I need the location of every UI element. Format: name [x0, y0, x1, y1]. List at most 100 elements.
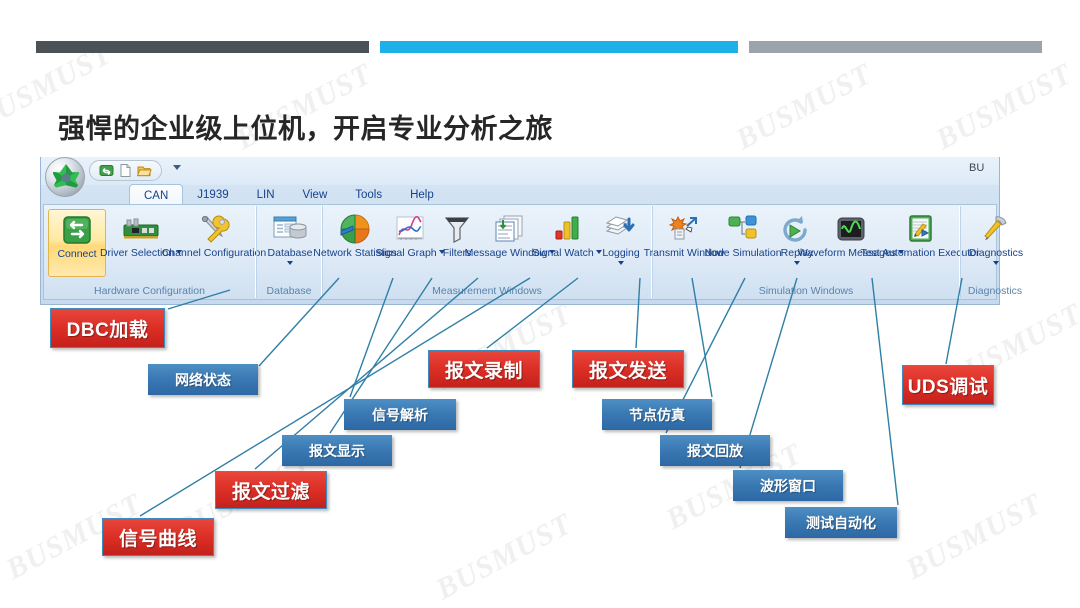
node-tree-icon	[727, 212, 759, 246]
line-signal-curve	[139, 277, 531, 517]
ribbon-group-label: Measurement Windows	[432, 285, 542, 297]
waveform-icon	[835, 212, 867, 246]
ribbon-button-node-simulation[interactable]: Node Simulation	[704, 209, 782, 277]
funnel-icon	[443, 212, 471, 246]
bar-levels-icon	[552, 212, 582, 246]
tab-lin[interactable]: LIN	[243, 184, 289, 205]
tab-help[interactable]: Help	[396, 184, 448, 205]
watermark-text: BUSMUST	[430, 507, 578, 607]
callout-network-status: 网络状态	[148, 364, 258, 395]
callout-label: 信号曲线	[118, 528, 197, 550]
ribbon-button-label: Channel Configuration	[161, 247, 267, 259]
open-folder-icon[interactable]	[136, 163, 152, 178]
hammer-icon	[981, 212, 1011, 246]
ribbon-group-label: Diagnostics	[967, 285, 1023, 297]
accent-bar-dark	[36, 41, 369, 53]
ribbon-button-signal-graph[interactable]: Signal Graph	[375, 209, 445, 277]
tab-tools[interactable]: Tools	[341, 184, 396, 205]
callout-message-display: 报文显示	[282, 435, 392, 466]
callout-label: 测试自动化	[806, 514, 876, 531]
callout-label: 节点仿真	[629, 406, 685, 423]
callout-waveform-window: 波形窗口	[733, 470, 843, 501]
chevron-down-icon[interactable]	[287, 260, 293, 265]
callout-label: 报文发送	[588, 360, 667, 382]
line-test-automation	[871, 277, 899, 506]
ribbon-group-diagnostics: Diagnostics Diagnostics	[960, 206, 1030, 298]
callout-dbc-load: DBC加载	[50, 308, 165, 348]
ribbon-button-filters[interactable]: Filters	[435, 209, 479, 277]
ribbon-group-measurement-windows: Network Statistics Signal Graph Filters …	[313, 206, 652, 298]
connect-arrow-icon	[62, 213, 92, 247]
callout-label: DBC加载	[66, 319, 149, 341]
ribbon-button-test-automation-executor[interactable]: Test Automation Executor	[860, 209, 980, 277]
ribbon-group-label: Database	[266, 285, 312, 297]
ribbon-button-network-statistics[interactable]: Network Statistics	[313, 209, 397, 277]
callout-label: 波形窗口	[760, 477, 816, 494]
slide-canvas: BUSMUST BUSMUST BUSMUST BUSMUST BUSMUST BUSMU…	[0, 0, 1080, 608]
ribbon-button-label: Connect	[57, 248, 97, 260]
signal-graph-label-text: Signal Graph	[375, 247, 437, 259]
transmit-burst-icon	[668, 212, 700, 246]
callout-message-filter: 报文过滤	[215, 471, 327, 509]
ribbon-button-driver-selection[interactable]: Driver Selection	[100, 209, 183, 277]
new-document-icon[interactable]	[118, 163, 133, 178]
title-accent-bars	[36, 41, 1042, 53]
callout-signal-curve: 信号曲线	[102, 518, 214, 556]
ribbon: Connect Driver Selection Channel Configu…	[43, 204, 1030, 300]
window-title-bar	[41, 157, 999, 185]
ribbon-button-label: Logging	[602, 247, 640, 259]
callout-label: 信号解析	[372, 406, 428, 423]
accent-bar-cyan	[380, 41, 738, 53]
ribbon-button-logging[interactable]: Logging	[593, 209, 649, 277]
tab-view[interactable]: View	[289, 184, 342, 205]
ribbon-button-connect[interactable]: Connect	[48, 209, 106, 277]
database-icon	[273, 212, 307, 246]
callout-label: 网络状态	[175, 371, 231, 388]
tools-wrench-icon	[197, 212, 231, 246]
ribbon-button-channel-configuration[interactable]: Channel Configuration	[162, 209, 266, 277]
quick-access-customize-caret-icon[interactable]	[173, 165, 181, 170]
application-window: BU CAN J1939 LIN View Tools Help Connect…	[40, 157, 1030, 305]
ribbon-button-database[interactable]: Database	[258, 209, 322, 277]
watermark-text: BUSMUST	[730, 57, 878, 157]
message-list-icon	[494, 212, 526, 246]
refresh-green-icon[interactable]	[99, 163, 114, 178]
tab-can[interactable]: CAN	[129, 184, 184, 205]
chevron-down-icon[interactable]	[993, 260, 999, 265]
logging-download-icon	[604, 212, 638, 246]
watermark-text: BUSMUST	[900, 487, 1048, 587]
ribbon-button-replay[interactable]: Replay	[774, 209, 820, 277]
callout-test-automation: 测试自动化	[785, 507, 897, 538]
line-graph-icon	[394, 212, 426, 246]
callout-signal-parse: 信号解析	[344, 399, 456, 430]
ribbon-button-diagnostics[interactable]: Diagnostics	[962, 209, 1030, 277]
ribbon-group-label: Simulation Windows	[758, 285, 854, 297]
ribbon-button-waveform-messages[interactable]: Waveform Messages	[798, 209, 905, 277]
window-title-text: BU	[969, 162, 985, 174]
ribbon-button-signal-watch[interactable]: Signal Watch	[532, 209, 602, 277]
callout-label: 报文录制	[444, 360, 523, 382]
callout-label: 报文回放	[687, 442, 743, 459]
signal-watch-label-text: Signal Watch	[532, 247, 594, 259]
ribbon-button-transmit-window[interactable]: Transmit Window	[644, 209, 724, 277]
ribbon-button-message-window[interactable]: Message Window	[465, 209, 556, 277]
ribbon-button-label: Database	[267, 247, 313, 259]
ribbon-group-simulation-windows: Transmit Window Node Simulation Replay W…	[644, 206, 980, 298]
driver-card-icon	[122, 212, 160, 246]
watermark-text: BUSMUST	[930, 57, 1078, 157]
callout-message-send: 报文发送	[572, 350, 684, 388]
ribbon-tabs: CAN J1939 LIN View Tools Help	[129, 184, 448, 205]
ribbon-group-database: Database Database	[256, 206, 322, 298]
callout-label: 报文显示	[309, 442, 365, 459]
callout-node-sim: 节点仿真	[602, 399, 712, 430]
chevron-down-icon[interactable]	[618, 260, 624, 265]
callout-message-record: 报文录制	[428, 350, 540, 388]
ribbon-group-label: Hardware Configuration	[94, 285, 205, 297]
ribbon-group-hardware-configuration: Connect Driver Selection Channel Configu…	[44, 206, 266, 298]
chevron-down-icon[interactable]	[794, 260, 800, 265]
application-menu-orb-icon[interactable]	[45, 157, 85, 197]
page-title: 强悍的企业级上位机，开启专业分析之旅	[58, 114, 553, 144]
tab-j1939[interactable]: J1939	[183, 184, 242, 205]
ribbon-button-label: Diagnostics	[968, 247, 1024, 259]
pie-chart-icon	[339, 212, 371, 246]
